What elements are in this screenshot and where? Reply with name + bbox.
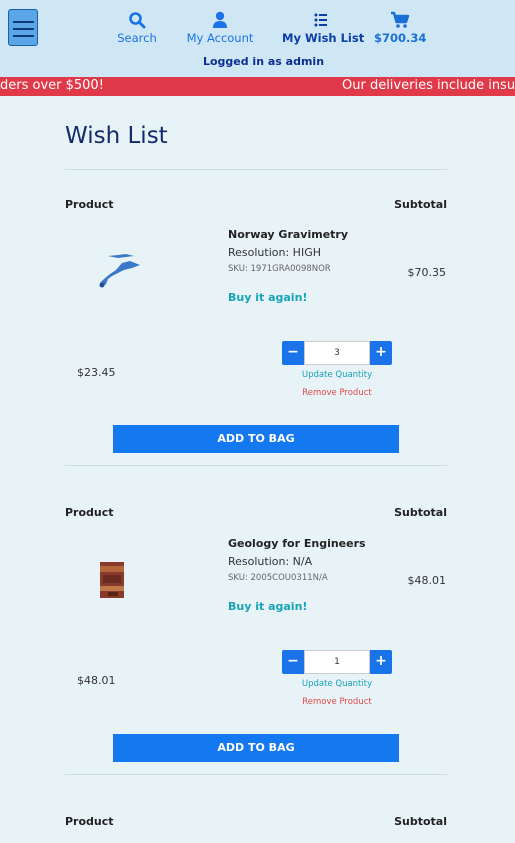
column-subtotal: Subtotal — [394, 506, 447, 519]
item-price: $23.45 — [77, 366, 116, 379]
divider — [65, 774, 447, 775]
quantity-stepper: − + — [282, 341, 392, 365]
item-subtotal: $70.35 — [407, 266, 447, 279]
nav-cart[interactable]: $700.34 — [374, 11, 426, 45]
banner-text-left: ders over $500! — [0, 78, 104, 93]
nav-search-label: Search — [117, 31, 157, 45]
item-price: $48.01 — [77, 674, 116, 687]
buy-again-link[interactable]: Buy it again! — [228, 291, 307, 304]
remove-product-link[interactable]: Remove Product — [282, 697, 392, 707]
top-header: Search My Account My Wish List $700.34 L… — [0, 0, 515, 77]
nav-wishlist-label: My Wish List — [282, 31, 365, 45]
column-product: Product — [65, 815, 114, 828]
buy-again-link[interactable]: Buy it again! — [228, 600, 307, 613]
logged-in-status: Logged in as admin — [202, 55, 325, 68]
minus-icon[interactable]: − — [282, 341, 304, 365]
plus-icon[interactable]: + — [370, 650, 392, 674]
banner-text-right: Our deliveries include insu — [342, 78, 515, 93]
column-subtotal: Subtotal — [394, 815, 447, 828]
product-resolution: Resolution: N/A — [228, 555, 313, 568]
nav-account[interactable]: My Account — [186, 11, 254, 45]
item-subtotal: $48.01 — [407, 574, 447, 587]
divider — [65, 465, 447, 466]
column-product: Product — [65, 506, 114, 519]
quantity-stepper: − + — [282, 650, 392, 674]
cart-icon — [391, 11, 410, 28]
cart-total: $700.34 — [374, 31, 427, 45]
quantity-input[interactable] — [304, 650, 370, 674]
nav-account-label: My Account — [186, 31, 254, 45]
search-icon — [129, 12, 146, 29]
promo-banner: ders over $500! Our deliveries include i… — [0, 77, 515, 96]
column-product: Product — [65, 198, 114, 211]
product-name[interactable]: Geology for Engineers — [228, 537, 366, 550]
menu-icon[interactable] — [8, 9, 38, 46]
product-image[interactable] — [96, 251, 146, 293]
update-quantity-link[interactable]: Update Quantity — [282, 370, 392, 380]
list-icon — [314, 13, 327, 27]
divider — [65, 169, 447, 170]
page-title: Wish List — [65, 123, 168, 149]
product-resolution: Resolution: HIGH — [228, 246, 321, 259]
add-to-bag-button[interactable]: ADD TO BAG — [113, 734, 399, 762]
nav-wishlist[interactable]: My Wish List — [282, 11, 365, 45]
column-subtotal: Subtotal — [394, 198, 447, 211]
plus-icon[interactable]: + — [370, 341, 392, 365]
product-sku: SKU: 1971GRA0098NOR — [228, 264, 331, 274]
user-icon — [213, 11, 227, 28]
product-name[interactable]: Norway Gravimetry — [228, 228, 348, 241]
minus-icon[interactable]: − — [282, 650, 304, 674]
nav-search[interactable]: Search — [117, 11, 157, 45]
product-image[interactable] — [100, 562, 124, 598]
remove-product-link[interactable]: Remove Product — [282, 388, 392, 398]
update-quantity-link[interactable]: Update Quantity — [282, 679, 392, 689]
quantity-input[interactable] — [304, 341, 370, 365]
add-to-bag-button[interactable]: ADD TO BAG — [113, 425, 399, 453]
product-sku: SKU: 2005COU0311N/A — [228, 573, 328, 583]
